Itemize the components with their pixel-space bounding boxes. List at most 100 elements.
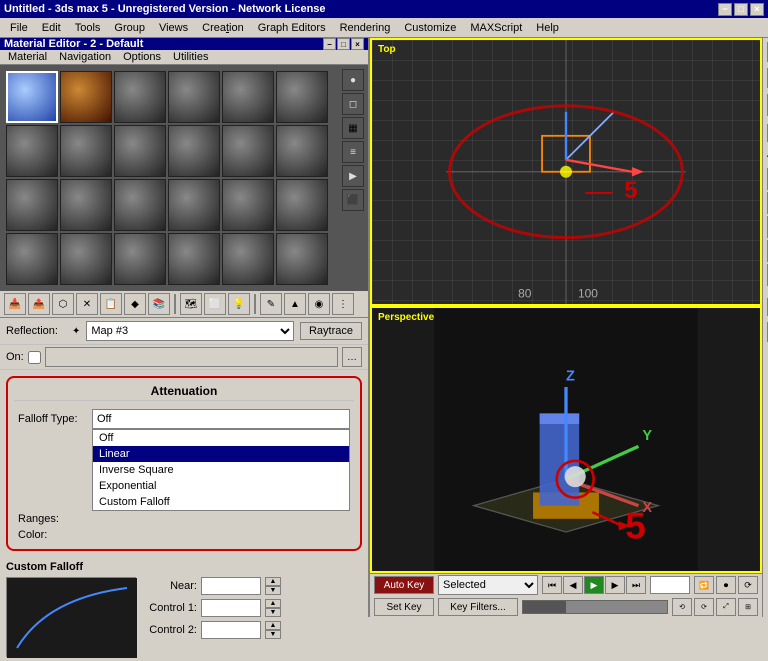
timeline[interactable] bbox=[522, 600, 668, 614]
sphere-1[interactable] bbox=[6, 71, 58, 123]
viewport-nav-1[interactable]: ⟲ bbox=[672, 598, 692, 616]
sphere-2[interactable] bbox=[60, 71, 112, 123]
tool-graph[interactable]: ⋮ bbox=[332, 293, 354, 315]
mat-maximize-button[interactable]: □ bbox=[337, 38, 350, 50]
tool-copy[interactable]: 📋 bbox=[100, 293, 122, 315]
menu-creation[interactable]: Creation bbox=[196, 21, 250, 35]
start-button[interactable]: ⏮ bbox=[542, 576, 562, 594]
tool-get-material[interactable]: 📥 bbox=[4, 293, 26, 315]
mat-menu-navigation[interactable]: Navigation bbox=[55, 50, 115, 64]
mat-menu-options[interactable]: Options bbox=[119, 50, 165, 64]
falloff-input[interactable] bbox=[92, 409, 350, 429]
tool-assign[interactable]: ⬡ bbox=[52, 293, 74, 315]
control1-spin-up[interactable]: ▲ bbox=[265, 599, 281, 608]
menu-views[interactable]: Views bbox=[153, 21, 194, 35]
mat-menu-material[interactable]: Material bbox=[4, 50, 51, 64]
mat-tool-2[interactable]: ◻ bbox=[342, 93, 364, 115]
sphere-13[interactable] bbox=[6, 179, 58, 231]
perspective-viewport[interactable]: Z Y X 5 Perspective bbox=[370, 306, 762, 574]
sphere-5[interactable] bbox=[222, 71, 274, 123]
falloff-linear[interactable]: Linear bbox=[93, 446, 349, 462]
near-spin-down[interactable]: ▼ bbox=[265, 586, 281, 595]
frame-input[interactable]: 0 bbox=[650, 576, 690, 594]
menu-customize[interactable]: Customize bbox=[398, 21, 462, 35]
sphere-7[interactable] bbox=[6, 125, 58, 177]
near-input[interactable]: 1.0 bbox=[201, 577, 261, 595]
tool-picker[interactable]: ✎ bbox=[260, 293, 282, 315]
mat-tool-6[interactable]: ⬛ bbox=[342, 189, 364, 211]
falloff-off[interactable]: Off bbox=[93, 430, 349, 446]
mat-close-button[interactable]: × bbox=[351, 38, 364, 50]
mat-tool-4[interactable]: ≡ bbox=[342, 141, 364, 163]
key-filters-button[interactable]: Key Filters... bbox=[438, 598, 518, 616]
tool-navigate-up[interactable]: ▲ bbox=[284, 293, 306, 315]
viewport-nav-4[interactable]: ⊞ bbox=[738, 598, 758, 616]
falloff-inverse-square[interactable]: Inverse Square bbox=[93, 462, 349, 478]
prev-frame-button[interactable]: ◀ bbox=[563, 576, 583, 594]
control2-spin-down[interactable]: ▼ bbox=[265, 630, 281, 639]
control2-input[interactable]: 0.333 bbox=[201, 621, 261, 639]
tool-put-material[interactable]: 📤 bbox=[28, 293, 50, 315]
on-checkbox[interactable] bbox=[28, 351, 41, 364]
sphere-18[interactable] bbox=[276, 179, 328, 231]
loop-button[interactable]: 🔁 bbox=[694, 576, 714, 594]
menu-rendering[interactable]: Rendering bbox=[334, 21, 397, 35]
tool-put-library[interactable]: 📚 bbox=[148, 293, 170, 315]
minimize-button[interactable]: − bbox=[718, 3, 732, 16]
tool-navigate[interactable]: ◉ bbox=[308, 293, 330, 315]
control2-spin-up[interactable]: ▲ bbox=[265, 621, 281, 630]
menu-tools[interactable]: Tools bbox=[69, 21, 107, 35]
menu-maxscript[interactable]: MAXScript bbox=[464, 21, 528, 35]
sphere-22[interactable] bbox=[168, 233, 220, 285]
sphere-21[interactable] bbox=[114, 233, 166, 285]
tool-bg[interactable]: ⬜ bbox=[204, 293, 226, 315]
maximize-button[interactable]: □ bbox=[734, 3, 748, 16]
top-viewport[interactable]: Top 80 1 bbox=[370, 38, 762, 306]
mat-minimize-button[interactable]: − bbox=[323, 38, 336, 50]
sphere-6[interactable] bbox=[276, 71, 328, 123]
sphere-24[interactable] bbox=[276, 233, 328, 285]
near-spin-up[interactable]: ▲ bbox=[265, 577, 281, 586]
close-button[interactable]: × bbox=[750, 3, 764, 16]
mat-tool-5[interactable]: ▶ bbox=[342, 165, 364, 187]
sphere-14[interactable] bbox=[60, 179, 112, 231]
raytrace-button[interactable]: Raytrace bbox=[300, 322, 362, 340]
selected-select[interactable]: Selected bbox=[438, 575, 538, 595]
sphere-4[interactable] bbox=[168, 71, 220, 123]
mat-menu-utilities[interactable]: Utilities bbox=[169, 50, 212, 64]
tool-unique[interactable]: ◆ bbox=[124, 293, 146, 315]
menu-group[interactable]: Group bbox=[108, 21, 151, 35]
mat-tool-1[interactable]: ● bbox=[342, 69, 364, 91]
antialiasing-input[interactable]: Use Global Antialiasing Settings bbox=[45, 347, 338, 367]
mat-tool-3[interactable]: ▦ bbox=[342, 117, 364, 139]
menu-edit[interactable]: Edit bbox=[36, 21, 67, 35]
falloff-custom[interactable]: Custom Falloff bbox=[93, 494, 349, 510]
tool-show-map[interactable]: 🗺 bbox=[180, 293, 202, 315]
sphere-15[interactable] bbox=[114, 179, 166, 231]
auto-key-button[interactable]: Auto Key bbox=[374, 576, 434, 594]
sphere-10[interactable] bbox=[168, 125, 220, 177]
sphere-23[interactable] bbox=[222, 233, 274, 285]
tool-reset[interactable]: ✕ bbox=[76, 293, 98, 315]
dots-button[interactable]: … bbox=[342, 347, 362, 367]
map-select[interactable]: Map #3 bbox=[86, 321, 294, 341]
next-frame-button[interactable]: ▶ bbox=[605, 576, 625, 594]
record-button[interactable]: ⏺ bbox=[716, 576, 736, 594]
menu-graph-editors[interactable]: Graph Editors bbox=[252, 21, 332, 35]
control1-spin-down[interactable]: ▼ bbox=[265, 608, 281, 617]
tool-backlight[interactable]: 💡 bbox=[228, 293, 250, 315]
extra-btn-1[interactable]: ⟳ bbox=[738, 576, 758, 594]
sphere-11[interactable] bbox=[222, 125, 274, 177]
sphere-12[interactable] bbox=[276, 125, 328, 177]
viewport-nav-3[interactable]: ⤢ bbox=[716, 598, 736, 616]
set-key-button[interactable]: Set Key bbox=[374, 598, 434, 616]
control1-input[interactable]: 0.667 bbox=[201, 599, 261, 617]
sphere-20[interactable] bbox=[60, 233, 112, 285]
sphere-3[interactable] bbox=[114, 71, 166, 123]
sphere-8[interactable] bbox=[60, 125, 112, 177]
sphere-17[interactable] bbox=[222, 179, 274, 231]
end-button[interactable]: ⏭ bbox=[626, 576, 646, 594]
sphere-16[interactable] bbox=[168, 179, 220, 231]
falloff-exponential[interactable]: Exponential bbox=[93, 478, 349, 494]
menu-file[interactable]: File bbox=[4, 21, 34, 35]
